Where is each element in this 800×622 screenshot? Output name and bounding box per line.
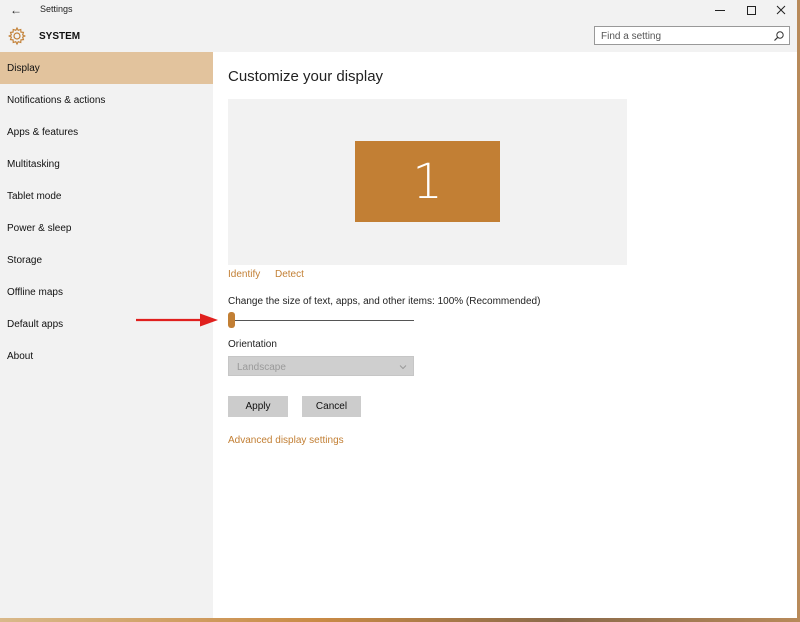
page-title: Customize your display: [228, 68, 384, 85]
sidebar-item-label: Default apps: [7, 318, 64, 330]
sidebar-item-label: Tablet mode: [7, 190, 62, 202]
scale-slider-thumb[interactable]: [228, 312, 235, 328]
sidebar-item-offline-maps[interactable]: Offline maps: [0, 276, 213, 308]
orientation-value: Landscape: [237, 362, 286, 373]
window-title: Settings: [40, 4, 73, 14]
search-placeholder: Find a setting: [601, 31, 662, 42]
scale-slider-track[interactable]: [232, 320, 414, 321]
annotation-arrow-icon: [136, 313, 218, 327]
close-icon: [776, 5, 786, 15]
search-input[interactable]: Find a setting: [594, 26, 790, 45]
cancel-button[interactable]: Cancel: [302, 396, 361, 417]
search-icon[interactable]: [773, 30, 785, 42]
sidebar-item-label: About: [7, 350, 34, 362]
close-button[interactable]: [763, 0, 797, 20]
sidebar-item-label: Display: [7, 62, 40, 74]
sidebar-item-label: Power & sleep: [7, 222, 72, 234]
sidebar-item-label: Storage: [7, 254, 43, 266]
minimize-icon: [715, 9, 725, 11]
sidebar-item-notifications[interactable]: Notifications & actions: [0, 84, 213, 116]
advanced-display-settings-link[interactable]: Advanced display settings: [228, 435, 344, 446]
identify-link[interactable]: Identify: [228, 269, 260, 280]
settings-window: ← Settings SYSTEM Find a setting Display…: [0, 0, 797, 618]
back-arrow-icon[interactable]: ←: [8, 2, 24, 18]
section-title: SYSTEM: [39, 31, 81, 42]
sidebar-item-label: Notifications & actions: [7, 94, 106, 106]
gear-icon: [7, 26, 27, 46]
sidebar: Display Notifications & actions Apps & f…: [0, 52, 213, 618]
orientation-select[interactable]: Landscape: [228, 356, 414, 376]
sidebar-item-power-sleep[interactable]: Power & sleep: [0, 212, 213, 244]
title-bar: ← Settings: [0, 0, 797, 20]
sidebar-item-label: Multitasking: [7, 158, 60, 170]
sidebar-item-label: Apps & features: [7, 126, 79, 138]
detect-link[interactable]: Detect: [275, 269, 304, 280]
sidebar-item-about[interactable]: About: [0, 340, 213, 372]
display-arrangement-area: 1: [228, 99, 627, 265]
orientation-label: Orientation: [228, 339, 277, 350]
sidebar-item-multitasking[interactable]: Multitasking: [0, 148, 213, 180]
sidebar-item-display[interactable]: Display: [0, 52, 213, 84]
sidebar-item-storage[interactable]: Storage: [0, 244, 213, 276]
scale-label: Change the size of text, apps, and other…: [228, 296, 541, 307]
chevron-down-icon: [399, 365, 407, 370]
maximize-icon: [746, 5, 756, 15]
apply-button[interactable]: Apply: [228, 396, 288, 417]
monitor-tile[interactable]: 1: [355, 141, 500, 222]
sidebar-item-tablet-mode[interactable]: Tablet mode: [0, 180, 213, 212]
sidebar-item-label: Offline maps: [7, 286, 63, 298]
sidebar-item-apps-features[interactable]: Apps & features: [0, 116, 213, 148]
